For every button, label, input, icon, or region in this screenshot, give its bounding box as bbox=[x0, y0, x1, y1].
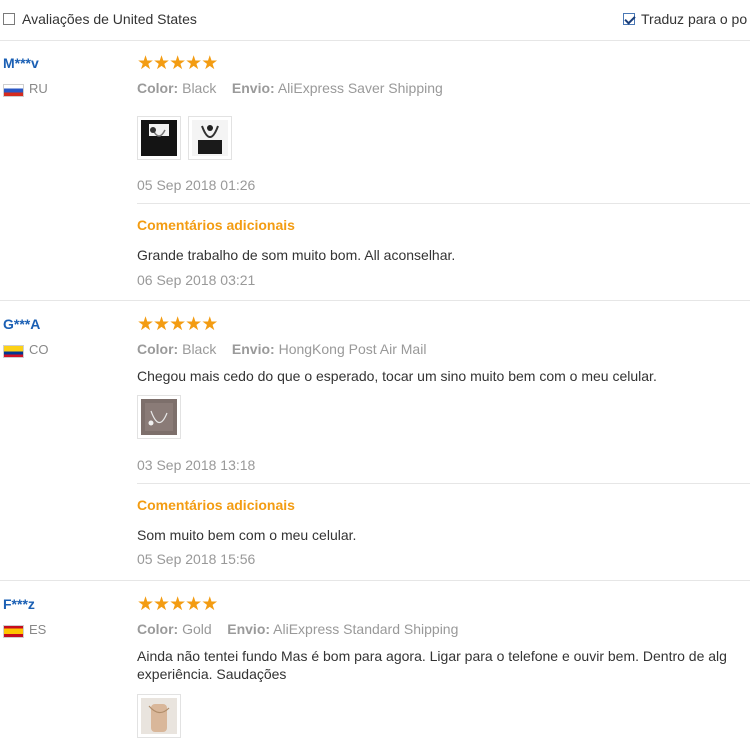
review-photo[interactable] bbox=[188, 116, 232, 160]
review-item: F***z ES ★★★★★ Color: Gold Envio: AliExp… bbox=[0, 594, 750, 750]
color-label: Color: bbox=[137, 80, 179, 96]
shipping-value: HongKong Post Air Mail bbox=[278, 341, 427, 357]
country-code: RU bbox=[29, 81, 48, 96]
additional-comment-text: Grande trabalho de som muito bom. All ac… bbox=[137, 247, 456, 263]
russia-flag-icon bbox=[3, 84, 24, 97]
order-info: Color: Black Envio: HongKong Post Air Ma… bbox=[137, 341, 426, 357]
review-date: 03 Sep 2018 13:18 bbox=[137, 457, 256, 473]
reviewer-name[interactable]: F***z bbox=[3, 596, 35, 612]
us-reviews-checkbox[interactable] bbox=[3, 13, 15, 25]
translate-checkbox[interactable] bbox=[623, 13, 635, 25]
shipping-value: AliExpress Saver Shipping bbox=[277, 80, 443, 96]
us-reviews-label[interactable]: Avaliações de United States bbox=[22, 11, 197, 27]
rating-stars: ★★★★★ bbox=[137, 53, 218, 74]
star-icon: ★ bbox=[137, 594, 154, 615]
colombia-flag-icon bbox=[3, 345, 24, 358]
additional-comment-text: Som muito bem com o meu celular. bbox=[137, 527, 357, 543]
star-icon: ★ bbox=[201, 53, 218, 74]
star-icon: ★ bbox=[153, 53, 170, 74]
color-value: Black bbox=[182, 341, 217, 357]
rating-stars: ★★★★★ bbox=[137, 314, 218, 335]
earphones-photo bbox=[141, 120, 177, 156]
color-label: Color: bbox=[137, 621, 179, 637]
earphones-photo bbox=[141, 698, 177, 734]
color-label: Color: bbox=[137, 341, 179, 357]
spain-flag-icon bbox=[3, 625, 24, 638]
star-icon: ★ bbox=[153, 314, 170, 335]
star-icon: ★ bbox=[185, 53, 202, 74]
star-icon: ★ bbox=[185, 594, 202, 615]
additional-comments-heading: Comentários adicionais bbox=[137, 497, 295, 513]
additional-comment-date: 06 Sep 2018 03:21 bbox=[137, 272, 256, 288]
additional-comment-date: 05 Sep 2018 15:56 bbox=[137, 551, 256, 567]
review-item: M***v RU ★★★★★ Color: Black Envio: AliEx… bbox=[0, 53, 750, 301]
shipping-value: AliExpress Standard Shipping bbox=[273, 621, 459, 637]
translate-label[interactable]: Traduz para o po bbox=[641, 11, 747, 27]
star-icon: ★ bbox=[137, 53, 154, 74]
reviewer-name[interactable]: M***v bbox=[3, 55, 39, 71]
reviewer-name[interactable]: G***A bbox=[3, 316, 40, 332]
review-item: G***A CO ★★★★★ Color: Black Envio: HongK… bbox=[0, 314, 750, 581]
star-icon: ★ bbox=[169, 53, 186, 74]
earphones-photo bbox=[192, 120, 228, 156]
divider bbox=[137, 203, 750, 204]
color-value: Black bbox=[182, 80, 217, 96]
additional-comments-heading: Comentários adicionais bbox=[137, 217, 295, 233]
reviews-filter-bar: Avaliações de United States Traduz para … bbox=[0, 0, 750, 41]
rating-stars: ★★★★★ bbox=[137, 594, 218, 615]
shipping-label: Envio: bbox=[227, 621, 271, 637]
star-icon: ★ bbox=[153, 594, 170, 615]
star-icon: ★ bbox=[169, 314, 186, 335]
color-value: Gold bbox=[182, 621, 212, 637]
review-photo[interactable] bbox=[137, 116, 181, 160]
star-icon: ★ bbox=[169, 594, 186, 615]
star-icon: ★ bbox=[137, 314, 154, 335]
shipping-label: Envio: bbox=[231, 80, 275, 96]
country-code: ES bbox=[29, 622, 47, 637]
earphones-photo bbox=[141, 399, 177, 435]
star-icon: ★ bbox=[201, 594, 218, 615]
review-photo[interactable] bbox=[137, 395, 181, 439]
review-text: Chegou mais cedo do que o esperado, toca… bbox=[137, 368, 657, 384]
shipping-label: Envio: bbox=[231, 341, 275, 357]
star-icon: ★ bbox=[185, 314, 202, 335]
country-code: CO bbox=[29, 342, 49, 357]
review-text-line: experiência. Saudações bbox=[137, 666, 287, 682]
order-info: Color: Gold Envio: AliExpress Standard S… bbox=[137, 621, 458, 637]
order-info: Color: Black Envio: AliExpress Saver Shi… bbox=[137, 80, 443, 96]
review-text-line: Ainda não tentei fundo Mas é bom para ag… bbox=[137, 648, 727, 664]
divider bbox=[137, 483, 750, 484]
review-photo[interactable] bbox=[137, 694, 181, 738]
star-icon: ★ bbox=[201, 314, 218, 335]
review-date: 05 Sep 2018 01:26 bbox=[137, 177, 256, 193]
